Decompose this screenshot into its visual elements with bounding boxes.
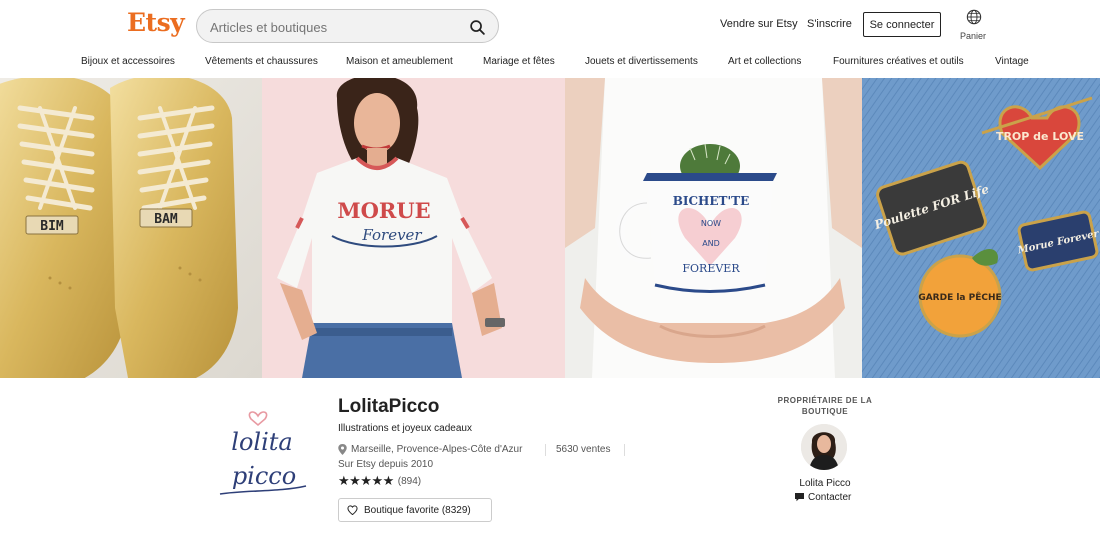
review-count: (894) (397, 475, 422, 487)
banner-tshirt-photo: MORUE Forever (262, 78, 565, 378)
tshirt-print-top: MORUE (337, 198, 430, 223)
search-bar (196, 9, 499, 43)
shop-tagline: Illustrations et joyeux cadeaux (338, 423, 472, 434)
mug-print-line2: NOW (701, 219, 721, 228)
shop-banner: BIM BAM MORUE Forever BICHET'TE NOW AND … (0, 78, 1100, 378)
site-header: Etsy Vendre sur Etsy S'inscrire Se conne… (0, 0, 1100, 50)
category-toys[interactable]: Jouets et divertissements (585, 56, 698, 67)
category-nav: Bijoux et accessoires Vêtements et chaus… (0, 52, 1100, 74)
shop-logo-line2: picco (232, 462, 296, 490)
contact-label: Contacter (808, 491, 852, 503)
message-icon (795, 492, 804, 501)
mug-print-line4: FOREVER (682, 262, 740, 275)
location-pin-icon (338, 444, 347, 455)
shop-logo: lolita picco (210, 402, 315, 507)
category-art[interactable]: Art et collections (728, 56, 801, 67)
shop-location-text: Marseille, Provence-Alpes-Côte d'Azur (351, 444, 523, 455)
category-home[interactable]: Maison et ameublement (346, 56, 453, 67)
owner-avatar[interactable] (801, 424, 847, 470)
banner-mug-photo: BICHET'TE NOW AND FOREVER (565, 78, 862, 378)
mug-print-line3: AND (702, 239, 720, 248)
category-wedding[interactable]: Mariage et fêtes (483, 56, 555, 67)
etsy-logo[interactable]: Etsy (127, 8, 185, 37)
globe-icon (966, 9, 982, 25)
favorite-shop-label: Boutique favorite (8329) (364, 504, 471, 516)
shop-rating[interactable]: ★★★★★ (894) (338, 474, 421, 488)
heart-icon (347, 505, 358, 515)
owner-section-title: PROPRIÉTAIRE DE LA BOUTIQUE (777, 396, 873, 416)
category-vintage[interactable]: Vintage (995, 56, 1029, 67)
shop-since: Sur Etsy depuis 2010 (338, 459, 434, 470)
shoe-tag-left: BIM (40, 219, 64, 234)
cart-button[interactable]: Panier (954, 9, 992, 43)
pin-peche-text: GARDE la PÊCHE (918, 291, 1001, 303)
shop-sales: 5630 ventes (556, 444, 611, 455)
sell-on-etsy-link[interactable]: Vendre sur Etsy (720, 18, 798, 30)
search-button[interactable] (466, 16, 488, 38)
search-input[interactable] (210, 17, 450, 37)
shop-name: LolitaPicco (338, 396, 440, 417)
meta-divider (545, 444, 546, 456)
mug-print-line1: BICHET'TE (673, 194, 749, 208)
tshirt-print-bottom: Forever (361, 226, 422, 244)
meta-divider (624, 444, 625, 456)
banner-sneakers-photo: BIM BAM (0, 78, 262, 378)
owner-name[interactable]: Lolita Picco (770, 478, 880, 489)
shoe-tag-right: BAM (154, 212, 178, 227)
signin-button[interactable]: Se connecter (863, 12, 941, 37)
search-icon (469, 19, 485, 35)
category-craft-supplies[interactable]: Fournitures créatives et outils (833, 56, 964, 67)
category-clothing[interactable]: Vêtements et chaussures (205, 56, 318, 67)
shop-logo-line1: lolita (231, 428, 292, 456)
contact-owner-link[interactable]: Contacter (795, 491, 851, 503)
cart-label: Panier (959, 31, 986, 41)
favorite-shop-button[interactable]: Boutique favorite (8329) (338, 498, 492, 522)
pin-heart-text: TROP de LOVE (996, 130, 1084, 143)
category-jewelry[interactable]: Bijoux et accessoires (81, 56, 175, 67)
shop-location: Marseille, Provence-Alpes-Côte d'Azur (338, 444, 522, 455)
star-rating-icon: ★★★★★ (338, 473, 394, 488)
banner-pins-photo: TROP de LOVE Poulette FOR Life Morue For… (862, 78, 1100, 378)
register-link[interactable]: S'inscrire (807, 18, 852, 30)
